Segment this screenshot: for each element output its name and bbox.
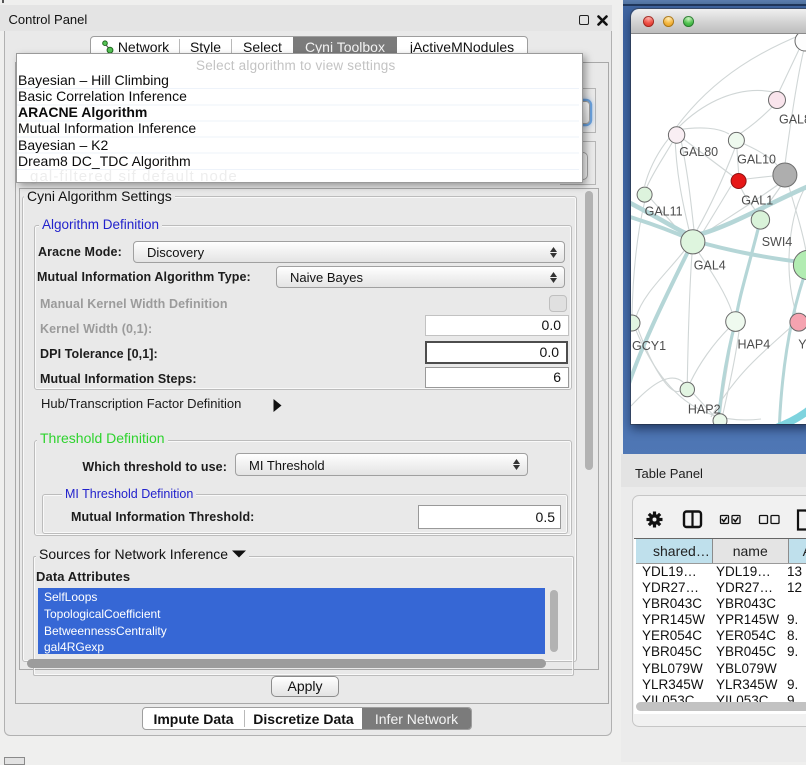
svg-text:GAL10: GAL10 [737, 152, 776, 166]
svg-text:GAL11: GAL11 [645, 205, 683, 219]
svg-text:GAL8: GAL8 [779, 113, 806, 127]
svg-text:SWI4: SWI4 [762, 235, 793, 249]
svg-text:GCY1: GCY1 [632, 339, 666, 353]
svg-text:GAL1: GAL1 [741, 193, 773, 207]
svg-text:GAL4: GAL4 [694, 259, 726, 273]
svg-text:GAL80: GAL80 [679, 145, 718, 159]
svg-text:HAP4: HAP4 [738, 338, 771, 352]
svg-text:HAP2: HAP2 [688, 402, 721, 416]
svg-text:Y: Y [798, 338, 806, 352]
